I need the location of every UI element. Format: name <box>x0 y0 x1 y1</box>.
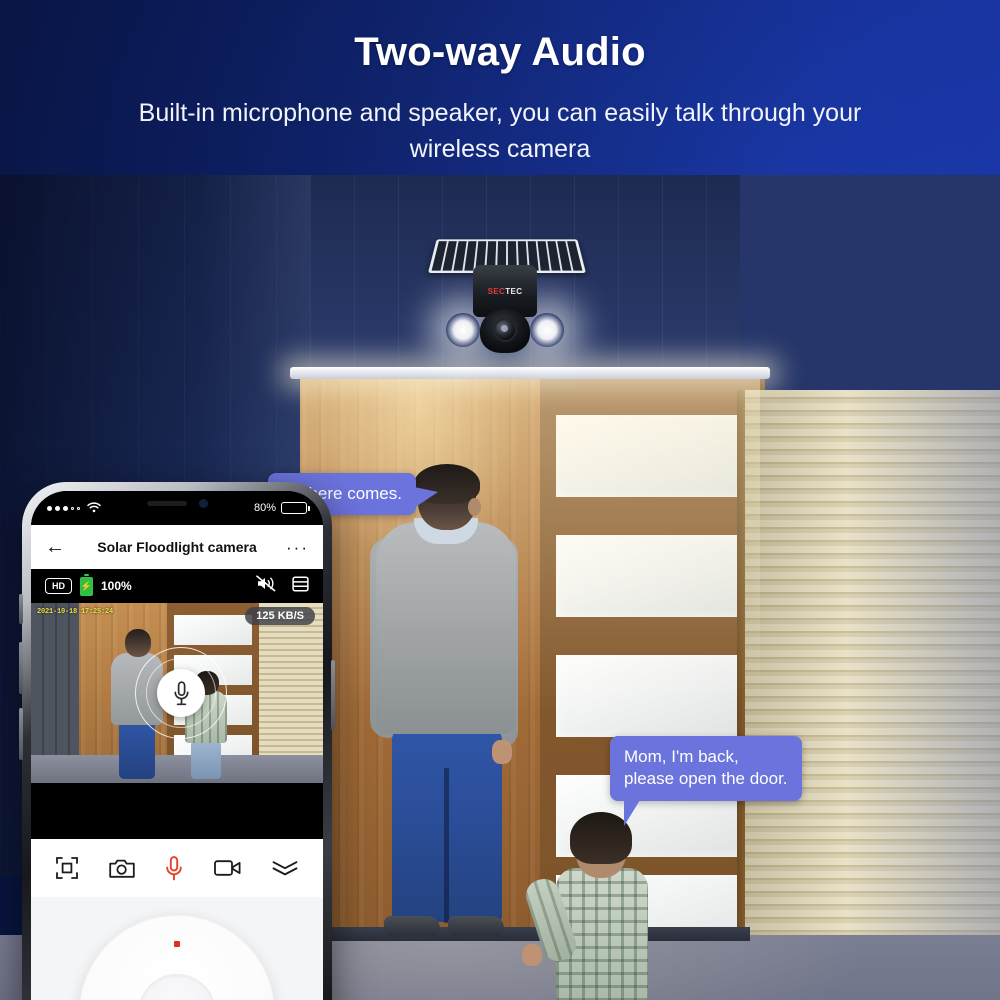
stream-info-row: HD ⚡ 100% <box>31 569 323 603</box>
camera-ptz-head <box>480 309 530 353</box>
talk-button[interactable] <box>135 647 227 739</box>
record-video-icon[interactable] <box>214 859 241 877</box>
glass-pane <box>556 535 752 617</box>
glass-pane <box>556 415 752 497</box>
back-arrow-icon[interactable]: ← <box>45 537 65 557</box>
marketing-banner: Two-way Audio Built-in microphone and sp… <box>0 0 1000 1000</box>
app-page-title: Solar Floodlight camera <box>97 539 257 555</box>
video-letterbox <box>31 783 323 839</box>
phone-mute-switch[interactable] <box>19 594 23 624</box>
phone-volume-down-button[interactable] <box>19 708 23 760</box>
wifi-icon <box>87 501 101 515</box>
microphone-icon[interactable] <box>157 669 205 717</box>
smartphone-mockup: 80% ← Solar Floodlight camera ··· HD ⚡ 1… <box>19 482 335 1000</box>
boy-bubble-line1: Mom, I'm back, <box>624 747 739 766</box>
brand-suffix: TEC <box>505 287 523 296</box>
device-battery-icon: ⚡ <box>80 573 93 596</box>
brand-prefix: SEC <box>487 287 506 296</box>
earpiece-speaker <box>146 500 187 506</box>
boy-hair <box>570 812 632 864</box>
phone-volume-up-button[interactable] <box>19 642 23 694</box>
page-subtitle: Built-in microphone and speaker, you can… <box>138 99 862 164</box>
floodlight-right <box>530 313 564 347</box>
man-leg-gap <box>444 768 449 923</box>
man-figure <box>370 464 520 948</box>
ptz-direction-pad[interactable] <box>79 915 275 1000</box>
man-hand <box>492 740 512 764</box>
page-title: Two-way Audio <box>354 30 646 74</box>
phone-notch <box>122 491 232 515</box>
header: Two-way Audio Built-in microphone and sp… <box>0 0 1000 168</box>
signal-dots-icon <box>47 505 80 511</box>
live-video-preview[interactable]: 2021-10-18 17:25:24 125 KB/S <box>31 603 323 783</box>
ptz-center-hub[interactable] <box>138 974 216 1000</box>
sd-card-icon[interactable] <box>292 575 309 598</box>
front-camera-icon <box>198 498 208 508</box>
info-row-right-group <box>256 575 309 598</box>
app-control-toolbar <box>31 839 323 897</box>
app-navigation-bar: ← Solar Floodlight camera ··· <box>31 525 323 569</box>
glass-pane <box>556 655 752 737</box>
snapshot-camera-icon[interactable] <box>109 858 135 879</box>
ptz-control-area <box>31 897 323 1000</box>
man-sweater <box>376 522 516 734</box>
bitrate-badge: 125 KB/S <box>245 607 315 625</box>
overhead-light-bar <box>290 367 770 379</box>
ptz-up-indicator[interactable] <box>174 941 180 947</box>
status-right-group: 80% <box>253 502 310 514</box>
camera-brand-logo: SECTEC <box>473 287 537 296</box>
video-glass-pane <box>174 615 252 645</box>
man-shoe-left <box>384 916 440 936</box>
more-options-icon[interactable]: ··· <box>286 539 309 556</box>
man-shoe-right <box>448 916 504 936</box>
microphone-icon[interactable] <box>165 855 183 881</box>
battery-icon <box>281 502 310 514</box>
right-upper-wall <box>740 175 1000 415</box>
solar-floodlight-camera: SECTEC <box>420 225 590 360</box>
phone-status-bar: 80% <box>31 491 323 525</box>
device-battery-percent: 100% <box>101 579 132 593</box>
speaker-muted-icon[interactable] <box>256 575 276 597</box>
video-boy-legs <box>191 741 221 779</box>
boy-bubble-line2: please open the door. <box>624 769 788 789</box>
phone-power-button[interactable] <box>331 660 335 730</box>
camera-lens <box>493 318 517 342</box>
door-threshold <box>300 927 750 941</box>
floodlight-left <box>446 313 480 347</box>
video-timestamp: 2021-10-18 17:25:24 <box>37 608 114 616</box>
fullscreen-icon[interactable] <box>56 857 79 879</box>
man-ear <box>468 498 481 516</box>
video-floor <box>31 755 323 783</box>
wood-slat-wall <box>745 390 1000 950</box>
boy-figure <box>521 812 654 1000</box>
hd-quality-badge[interactable]: HD <box>45 578 72 594</box>
collapse-chevron-icon[interactable] <box>272 860 298 876</box>
boy-speech-bubble: Mom, I'm back, please open the door. <box>610 736 802 826</box>
battery-percent-label: 80% <box>253 502 276 514</box>
boy-hand <box>522 944 542 966</box>
phone-screen: 80% ← Solar Floodlight camera ··· HD ⚡ 1… <box>31 491 323 1000</box>
